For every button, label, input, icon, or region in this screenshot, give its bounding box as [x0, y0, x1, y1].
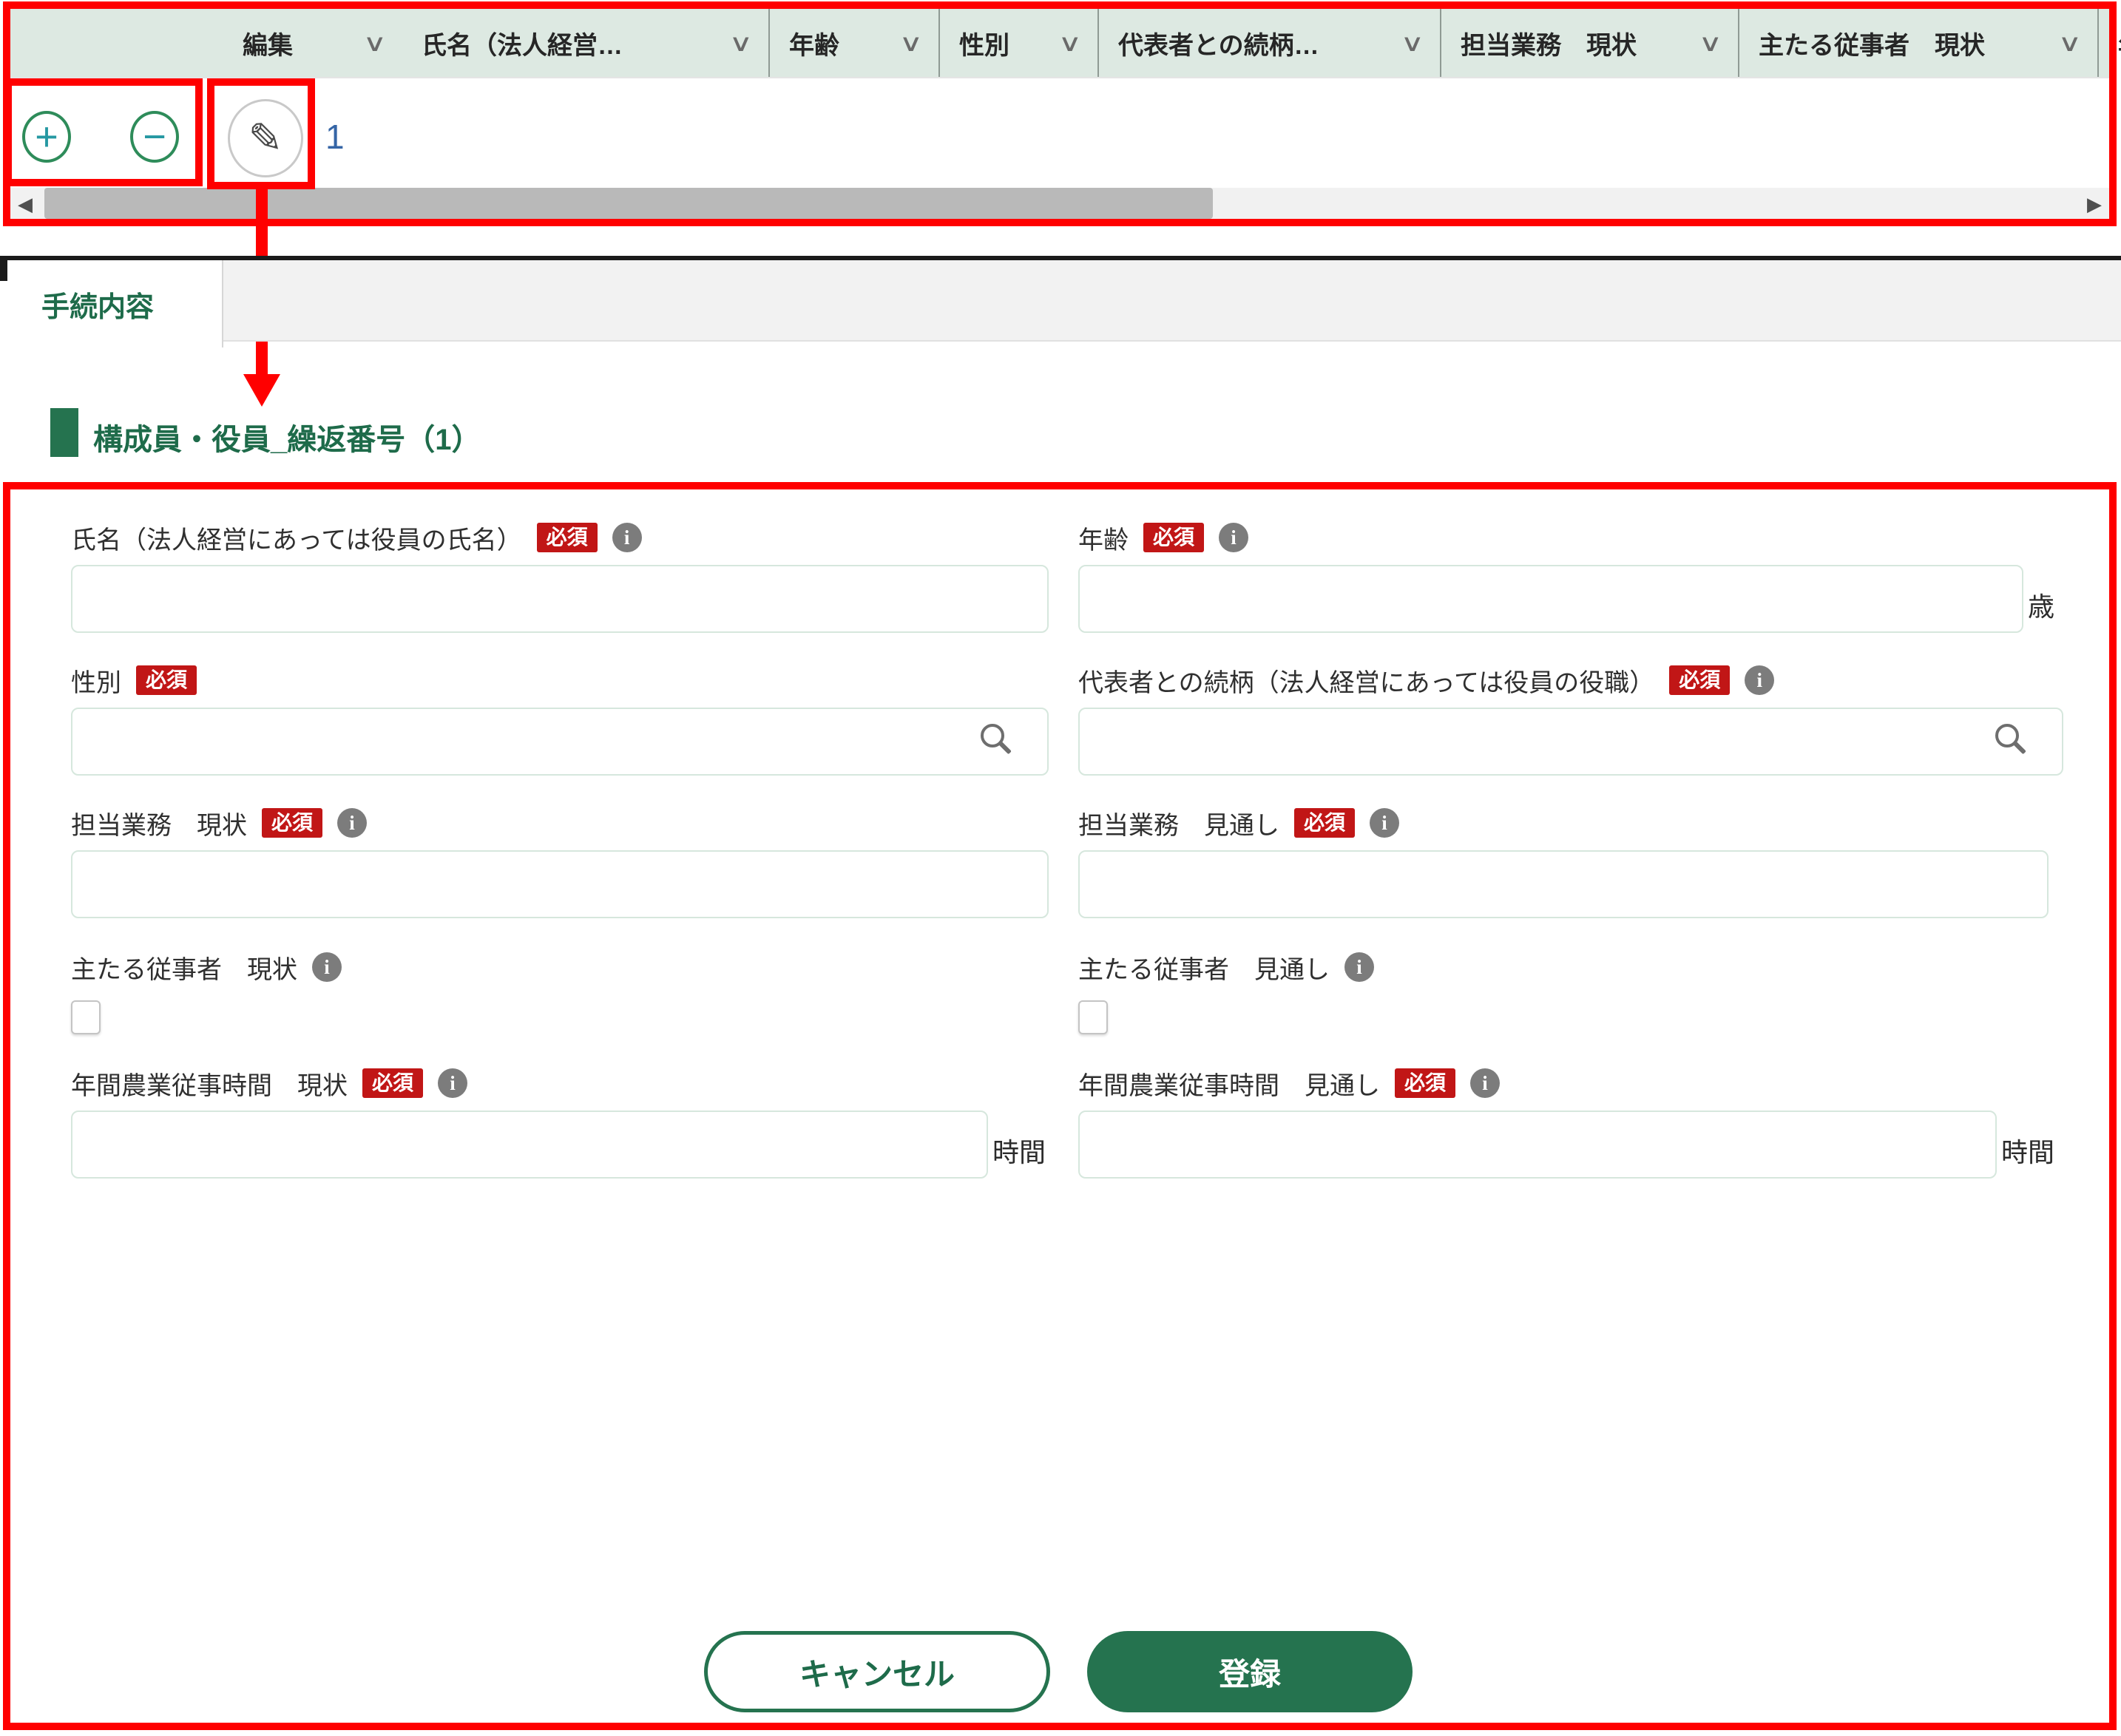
required-badge: 必須	[1395, 1068, 1456, 1098]
section-title: 構成員・役員_繰返番号（1）	[93, 424, 481, 456]
field-label: 主たる従事者 現状	[71, 955, 297, 984]
text-input[interactable]	[71, 1111, 988, 1179]
info-icon[interactable]: i	[612, 523, 642, 552]
info-icon[interactable]: i	[438, 1068, 468, 1098]
text-input[interactable]	[71, 565, 1049, 633]
field-label: 主たる従事者 見通し	[1078, 955, 1330, 984]
field-control	[71, 850, 1049, 918]
field-duties-outlook: 担当業務 見通し 必須 i	[1078, 803, 2049, 918]
field-label: 代表者との続柄（法人経営にあっては役員の役職）	[1078, 668, 1655, 697]
register-button-label: 登録	[1218, 1656, 1281, 1692]
annotation-arrow-head	[243, 374, 280, 407]
cancel-button-label: キャンセル	[799, 1656, 955, 1692]
annotation-box-edit	[207, 78, 315, 189]
field-label-row: 代表者との続柄（法人経営にあっては役員の役職） 必須 i	[1078, 660, 2063, 700]
field-duties-current: 担当業務 現状 必須 i	[71, 803, 1049, 918]
field-label: 担当業務 現状	[71, 811, 247, 840]
tab-procedure-content[interactable]: 手続内容	[7, 260, 223, 347]
field-control	[71, 1000, 1049, 1034]
cancel-button[interactable]: キャンセル	[704, 1631, 1050, 1712]
unit-suffix: 歳	[2028, 591, 2055, 622]
section-marker	[50, 408, 78, 457]
field-label: 担当業務 見通し	[1078, 811, 1279, 840]
unit-suffix: 時間	[2001, 1137, 2055, 1167]
text-input[interactable]	[1078, 850, 2049, 918]
field-label-row: 担当業務 見通し 必須 i	[1078, 803, 2049, 843]
field-control	[71, 708, 1049, 776]
text-input[interactable]	[1078, 1111, 1997, 1179]
checkbox[interactable]	[71, 1000, 101, 1034]
search-input[interactable]	[1078, 708, 2063, 776]
field-gender: 性別 必須	[71, 660, 1049, 776]
header-column-label: 年間農業従事時…	[2118, 25, 2121, 61]
field-label-row: 担当業務 現状 必須 i	[71, 803, 1049, 843]
search-input[interactable]	[71, 708, 1049, 776]
required-badge: 必須	[262, 808, 323, 838]
register-button[interactable]: 登録	[1087, 1631, 1413, 1712]
text-input[interactable]	[1078, 565, 2023, 633]
info-icon[interactable]: i	[1370, 808, 1400, 838]
annotation-box-grid	[3, 1, 2117, 226]
field-control: 時間	[1078, 1111, 2054, 1179]
field-control: 時間	[71, 1111, 1046, 1179]
field-hours-outlook: 年間農業従事時間 見通し 必須 i 時間	[1078, 1063, 2054, 1179]
page: { "colors": { "accent_green": "#25734f",…	[0, 0, 2121, 1736]
info-icon[interactable]: i	[337, 808, 368, 838]
required-badge: 必須	[362, 1068, 424, 1098]
field-age: 年齢 必須 i 歳	[1078, 518, 2054, 633]
field-label: 年間農業従事時間 現状	[71, 1071, 348, 1100]
field-name: 氏名（法人経営にあっては役員の氏名） 必須 i	[71, 518, 1049, 633]
annotation-box-add-remove	[4, 78, 203, 186]
field-control	[1078, 1000, 2049, 1034]
info-icon[interactable]: i	[1219, 523, 1249, 552]
field-label-row: 年間農業従事時間 見通し 必須 i	[1078, 1063, 1997, 1103]
required-badge: 必須	[1143, 523, 1205, 552]
field-label: 氏名（法人経営にあっては役員の氏名）	[71, 526, 522, 555]
unit-suffix: 時間	[992, 1137, 1046, 1167]
field-label: 年間農業従事時間 見通し	[1078, 1071, 1380, 1100]
field-label-row: 年齢 必須 i	[1078, 518, 2023, 557]
search-icon[interactable]	[1995, 724, 2019, 747]
search-icon[interactable]	[981, 724, 1004, 747]
info-icon[interactable]: i	[1470, 1068, 1501, 1098]
checkbox[interactable]	[1078, 1000, 1108, 1034]
tab-strip	[223, 260, 2121, 342]
field-control	[1078, 850, 2049, 918]
tab-label: 手続内容	[41, 291, 155, 323]
required-badge: 必須	[1669, 665, 1731, 695]
required-badge: 必須	[136, 665, 197, 695]
info-icon[interactable]: i	[1745, 665, 1775, 695]
field-label-row: 氏名（法人経営にあっては役員の氏名） 必須 i	[71, 518, 1049, 557]
info-icon[interactable]: i	[312, 952, 342, 982]
field-control: 歳	[1078, 565, 2054, 633]
field-label: 年齢	[1078, 526, 1129, 555]
field-label-row: 年間農業従事時間 現状 必須 i	[71, 1063, 988, 1103]
field-control	[1078, 708, 2063, 776]
required-badge: 必須	[536, 523, 598, 552]
field-label-row: 主たる従事者 見通し i	[1078, 947, 2049, 987]
required-badge: 必須	[1294, 808, 1356, 838]
field-control	[71, 565, 1049, 633]
field-hours-current: 年間農業従事時間 現状 必須 i 時間	[71, 1063, 1046, 1179]
field-label-row: 主たる従事者 現状 i	[71, 947, 1049, 987]
text-input[interactable]	[71, 850, 1049, 918]
field-label-row: 性別 必須	[71, 660, 1049, 700]
field-relationship: 代表者との続柄（法人経営にあっては役員の役職） 必須 i	[1078, 660, 2063, 776]
field-label: 性別	[71, 668, 121, 697]
field-main-worker-outlook: 主たる従事者 見通し i	[1078, 947, 2049, 1034]
info-icon[interactable]: i	[1344, 952, 1374, 982]
field-main-worker-current: 主たる従事者 現状 i	[71, 947, 1049, 1034]
